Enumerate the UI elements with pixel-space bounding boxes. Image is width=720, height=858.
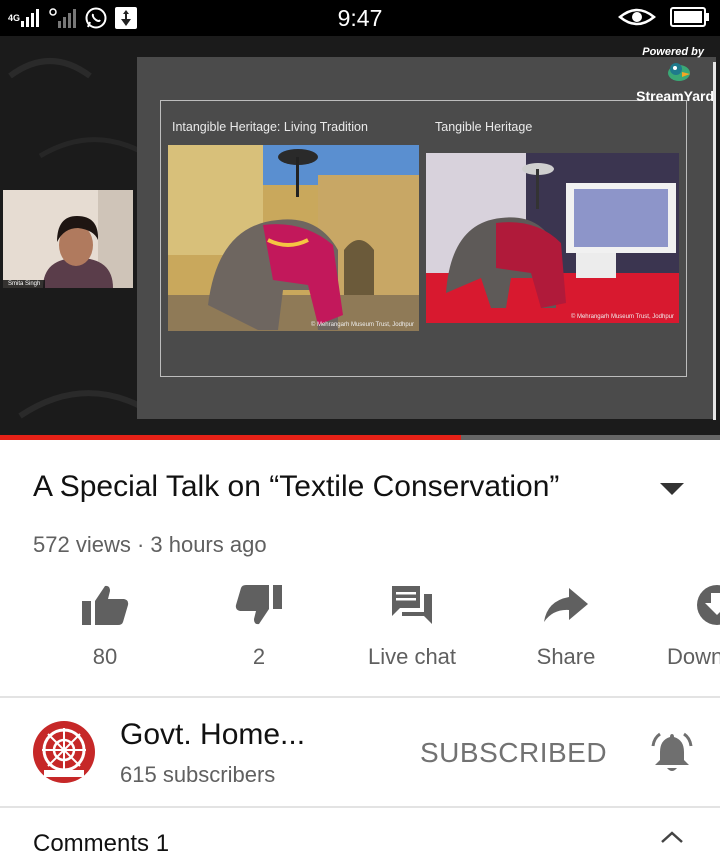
slide-left-credit: © Mehrangarh Museum Trust, Jodhpur — [310, 322, 414, 328]
slide-left-caption: Intangible Heritage: Living Tradition — [172, 120, 368, 134]
speaker-name-label: Smita Singh — [3, 280, 46, 288]
expand-description-icon[interactable] — [659, 482, 685, 501]
slide-right-caption: Tangible Heritage — [435, 120, 533, 134]
video-title[interactable]: A Special Talk on “Textile Conservation” — [33, 470, 559, 504]
subscribed-button[interactable]: SUBSCRIBED — [420, 737, 607, 769]
slide-left-photo: © Mehrangarh Museum Trust, Jodhpur — [168, 145, 419, 331]
video-player[interactable]: Smita Singh Intangible Heritage: Living … — [0, 36, 720, 438]
divider-bottom — [0, 806, 720, 808]
share-label: Share — [536, 644, 596, 669]
status-bar: 4G 9:47 — [0, 0, 720, 36]
channel-logo-icon — [33, 721, 95, 783]
dislike-button[interactable]: 2 — [184, 580, 334, 670]
share-icon — [543, 587, 589, 628]
museum-elephant-image — [426, 153, 679, 323]
share-button[interactable]: Share — [491, 580, 641, 670]
download-button[interactable]: Down — [645, 580, 720, 670]
download-label: Down — [667, 644, 720, 669]
streamyard-label: StreamYard — [636, 88, 714, 104]
action-bar: 80 2 Live chat Share Down — [0, 580, 720, 680]
speaker-video — [3, 190, 133, 288]
elephant-procession-image — [168, 145, 419, 331]
player-edge-bar — [713, 62, 716, 420]
like-icon — [81, 583, 129, 632]
status-time: 9:47 — [337, 5, 383, 31]
video-progress-bar[interactable] — [0, 435, 720, 440]
slide-frame: Intangible Heritage: Living Tradition Ta… — [160, 100, 687, 377]
presentation-slide: Intangible Heritage: Living Tradition Ta… — [137, 57, 716, 419]
live-chat-button[interactable]: Live chat — [337, 580, 487, 670]
channel-name[interactable]: Govt. Home... — [120, 718, 305, 752]
status-right-icons — [618, 6, 710, 28]
notification-bell-icon[interactable] — [650, 730, 694, 779]
like-button[interactable]: 80 — [30, 580, 180, 670]
download-icon — [697, 583, 720, 632]
subscriber-count: 615 subscribers — [120, 762, 276, 787]
like-count: 80 — [92, 644, 118, 669]
comments-header[interactable]: Comments 1 — [33, 830, 169, 858]
dislike-icon — [235, 583, 283, 632]
slide-right-credit: © Mehrangarh Museum Trust, Jodhpur — [570, 314, 674, 320]
slide-right-photo: © Mehrangarh Museum Trust, Jodhpur — [426, 153, 679, 323]
video-progress-fill — [0, 435, 461, 440]
eye-comfort-icon — [618, 6, 656, 28]
chevron-up-icon[interactable] — [660, 830, 684, 849]
live-chat-icon — [390, 584, 434, 631]
channel-avatar[interactable] — [32, 720, 96, 784]
video-meta: 572 views · 3 hours ago — [33, 532, 267, 557]
dislike-count: 2 — [252, 644, 266, 669]
speaker-webcam: Smita Singh — [3, 190, 133, 288]
powered-by-label: Powered by — [642, 46, 704, 58]
divider-top — [0, 696, 720, 698]
battery-icon — [670, 6, 710, 28]
streamyard-logo-icon — [666, 60, 692, 87]
live-chat-label: Live chat — [367, 644, 457, 669]
